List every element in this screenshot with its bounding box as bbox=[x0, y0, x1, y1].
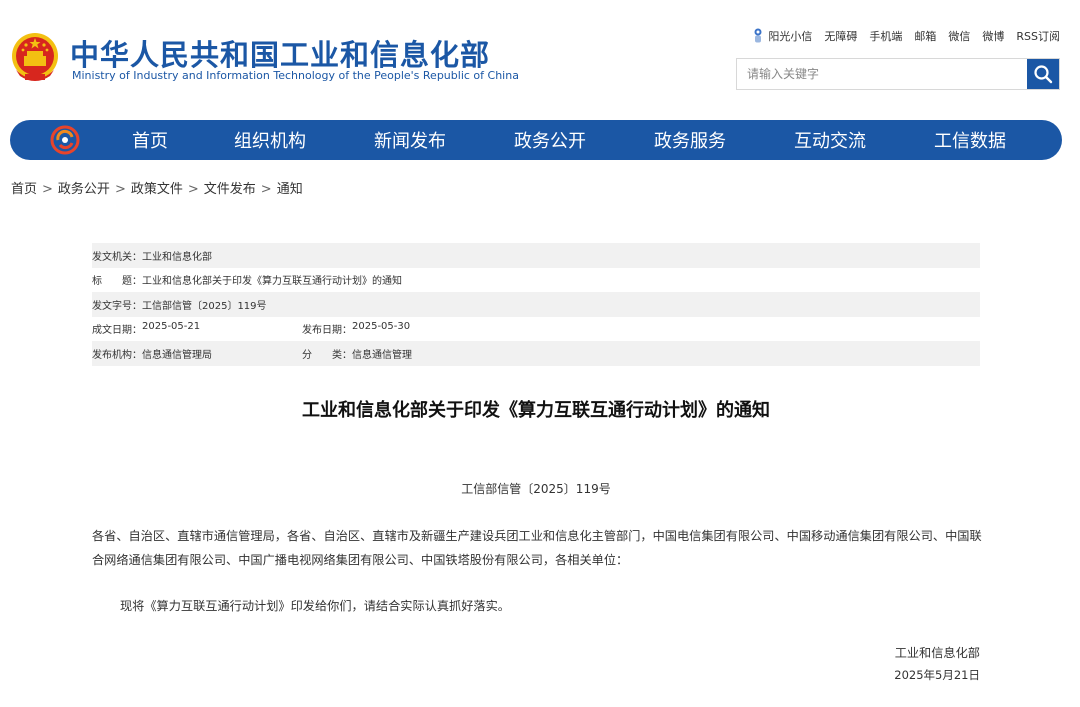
breadcrumb-separator: > bbox=[114, 182, 126, 197]
top-link-accessibility[interactable]: 无障碍 bbox=[824, 28, 857, 44]
search-icon bbox=[1034, 65, 1053, 84]
nav-government-affairs[interactable]: 政务公开 bbox=[480, 127, 620, 153]
search-button[interactable] bbox=[1027, 59, 1059, 89]
meta-row-docno: 发文字号： 工信部信管〔2025〕119号 bbox=[92, 292, 980, 317]
article-signature-date: 2025年5月21日 bbox=[894, 668, 980, 682]
breadcrumb-document-release[interactable]: 文件发布 bbox=[204, 182, 256, 197]
meta-row-dates: 成文日期： 2025-05-21 发布日期： 2025-05-30 bbox=[92, 317, 980, 342]
national-emblem-icon[interactable] bbox=[10, 30, 60, 86]
article-doc-number: 工信部信管〔2025〕119号 bbox=[461, 482, 611, 496]
top-link-sunshine[interactable]: 阳光小信 bbox=[752, 28, 812, 44]
document-meta-table: 发文机关： 工业和信息化部 标 题： 工业和信息化部关于印发《算力互联互通行动计划》… bbox=[92, 243, 980, 366]
meta-docno-label: 发文字号： bbox=[92, 300, 142, 312]
breadcrumb-home[interactable]: 首页 bbox=[11, 182, 37, 197]
meta-title-value: 工业和信息化部关于印发《算力互联互通行动计划》的通知 bbox=[142, 276, 402, 288]
meta-org-value: 信息通信管理局 bbox=[142, 349, 212, 361]
article-body: 现将《算力互联互通行动计划》印发给你们，请结合实际认真抓好落实。 bbox=[120, 599, 510, 613]
meta-written-date: 成文日期： 2025-05-21 bbox=[92, 321, 302, 336]
meta-written-label: 成文日期： bbox=[92, 325, 142, 337]
top-link-label: 阳光小信 bbox=[768, 30, 813, 43]
article-signature-org: 工业和信息化部 bbox=[894, 646, 980, 660]
meta-published-date: 发布日期： 2025-05-30 bbox=[302, 321, 410, 336]
breadcrumb-separator: > bbox=[42, 182, 53, 197]
meta-row-org: 发布机构： 信息通信管理局 分 类： 信息通信管理 bbox=[92, 341, 980, 366]
nav-news[interactable]: 新闻发布 bbox=[340, 127, 480, 153]
miit-logo-icon[interactable] bbox=[50, 125, 80, 155]
meta-category-label: 分 类： bbox=[302, 349, 352, 361]
site-header: 中华人民共和国工业和信息化部 Ministry of Industry and … bbox=[0, 0, 1080, 110]
nav-organization[interactable]: 组织机构 bbox=[200, 127, 340, 153]
article-title: 工业和信息化部关于印发《算力互联互通行动计划》的通知 bbox=[302, 400, 770, 421]
nav-data[interactable]: 工信数据 bbox=[900, 127, 1040, 153]
main-nav: 首页 组织机构 新闻发布 政务公开 政务服务 互动交流 工信数据 bbox=[10, 120, 1062, 160]
top-link-wechat[interactable]: 微信 bbox=[948, 28, 970, 44]
mascot-icon bbox=[754, 28, 762, 43]
meta-category: 分 类： 信息通信管理 bbox=[302, 346, 412, 361]
meta-written-value: 2025-05-21 bbox=[142, 321, 201, 333]
meta-title: 标 题： 工业和信息化部关于印发《算力互联互通行动计划》的通知 bbox=[92, 272, 402, 287]
meta-published-label: 发布日期： bbox=[302, 325, 352, 337]
nav-home[interactable]: 首页 bbox=[100, 127, 200, 153]
meta-issuer-label: 发文机关： bbox=[92, 251, 142, 263]
site-title-english: Ministry of Industry and Information Tec… bbox=[72, 69, 519, 82]
meta-org-label: 发布机构： bbox=[92, 349, 142, 361]
meta-issuer: 发文机关： 工业和信息化部 bbox=[92, 248, 212, 263]
top-link-mobile[interactable]: 手机端 bbox=[869, 28, 902, 44]
breadcrumb-notice[interactable]: 通知 bbox=[277, 182, 303, 197]
breadcrumb-separator: > bbox=[187, 182, 199, 197]
top-link-rss[interactable]: RSS订阅 bbox=[1016, 28, 1060, 44]
top-link-mail[interactable]: 邮箱 bbox=[914, 28, 936, 44]
breadcrumb: 首页 > 政务公开 > 政策文件 > 文件发布 > 通知 bbox=[11, 178, 303, 197]
meta-org: 发布机构： 信息通信管理局 bbox=[92, 346, 302, 361]
meta-issuer-value: 工业和信息化部 bbox=[142, 251, 212, 263]
article-recipients: 各省、自治区、直辖市通信管理局，各省、自治区、直辖市及新疆生产建设兵团工业和信息… bbox=[92, 529, 982, 567]
meta-docno-value: 工信部信管〔2025〕119号 bbox=[142, 300, 267, 312]
meta-row-issuer: 发文机关： 工业和信息化部 bbox=[92, 243, 980, 268]
nav-interaction[interactable]: 互动交流 bbox=[760, 127, 900, 153]
meta-published-value: 2025-05-30 bbox=[352, 321, 411, 333]
breadcrumb-policy-documents[interactable]: 政策文件 bbox=[131, 182, 183, 197]
breadcrumb-separator: > bbox=[260, 182, 272, 197]
nav-government-services[interactable]: 政务服务 bbox=[620, 127, 760, 153]
meta-category-value: 信息通信管理 bbox=[352, 349, 412, 361]
breadcrumb-government-affairs[interactable]: 政务公开 bbox=[58, 182, 110, 197]
meta-row-title: 标 题： 工业和信息化部关于印发《算力互联互通行动计划》的通知 bbox=[92, 268, 980, 293]
meta-docno: 发文字号： 工信部信管〔2025〕119号 bbox=[92, 297, 267, 312]
meta-title-label: 标 题： bbox=[92, 276, 142, 288]
search-box bbox=[736, 58, 1060, 90]
search-input[interactable] bbox=[737, 59, 1027, 89]
top-links: 阳光小信 无障碍 手机端 邮箱 微信 微博 RSS订阅 bbox=[740, 28, 1060, 44]
top-link-weibo[interactable]: 微博 bbox=[982, 28, 1004, 44]
site-title[interactable]: 中华人民共和国工业和信息化部 bbox=[70, 32, 490, 74]
